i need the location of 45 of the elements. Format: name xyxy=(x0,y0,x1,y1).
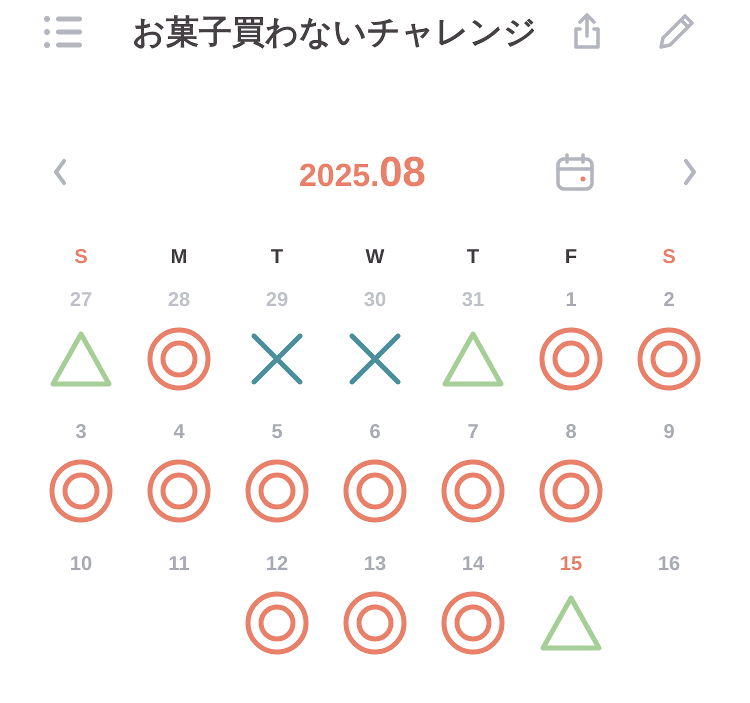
date-label[interactable]: 11 xyxy=(168,553,190,576)
date-label[interactable]: 30 xyxy=(364,289,386,312)
date-label[interactable]: 7 xyxy=(467,421,479,444)
date-label[interactable]: 29 xyxy=(266,289,288,312)
date-label[interactable]: 4 xyxy=(173,421,185,444)
chevron-left-icon[interactable] xyxy=(53,158,67,186)
date-label[interactable]: 1 xyxy=(565,289,577,312)
double-circle-mark xyxy=(636,326,702,392)
weekday-label: W xyxy=(366,246,384,269)
date-label[interactable]: 31 xyxy=(462,289,484,312)
double-circle-mark xyxy=(440,590,506,656)
month-title: 2025.08 xyxy=(299,148,427,196)
date-label[interactable]: 3 xyxy=(75,421,87,444)
weekday-label: S xyxy=(662,246,676,269)
date-label[interactable]: 5 xyxy=(271,421,283,444)
date-label[interactable]: 9 xyxy=(663,421,675,444)
date-label[interactable]: 15 xyxy=(560,553,582,576)
double-circle-mark xyxy=(440,458,506,524)
date-label[interactable]: 27 xyxy=(70,289,92,312)
double-circle-mark xyxy=(48,458,114,524)
double-circle-mark xyxy=(342,458,408,524)
date-label[interactable]: 12 xyxy=(266,553,288,576)
date-label[interactable]: 8 xyxy=(565,421,577,444)
calendar-icon[interactable] xyxy=(555,152,595,192)
weekday-label: M xyxy=(170,246,188,269)
double-circle-mark xyxy=(146,326,212,392)
double-circle-mark xyxy=(244,458,310,524)
weekday-label: S xyxy=(74,246,88,269)
chevron-right-icon[interactable] xyxy=(683,158,697,186)
date-label[interactable]: 6 xyxy=(369,421,381,444)
date-label[interactable]: 16 xyxy=(658,553,680,576)
double-circle-mark xyxy=(538,458,604,524)
double-circle-mark xyxy=(342,590,408,656)
date-label[interactable]: 14 xyxy=(462,553,484,576)
double-circle-mark xyxy=(146,458,212,524)
weekday-label: T xyxy=(466,246,480,269)
double-circle-mark xyxy=(244,590,310,656)
double-circle-mark xyxy=(538,326,604,392)
date-label[interactable]: 10 xyxy=(70,553,92,576)
date-label[interactable]: 13 xyxy=(364,553,386,576)
app-title: お菓子買わないチャレンジ xyxy=(132,10,537,52)
weekday-label: F xyxy=(564,246,578,269)
weekday-label: T xyxy=(270,246,284,269)
date-label[interactable]: 28 xyxy=(168,289,190,312)
date-label[interactable]: 2 xyxy=(663,289,675,312)
